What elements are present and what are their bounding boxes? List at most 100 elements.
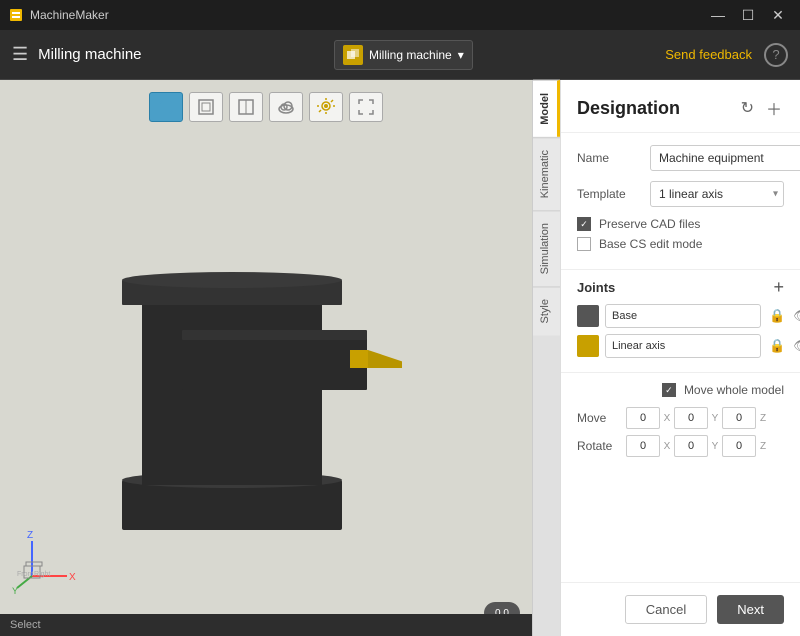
preserve-cad-label: Preserve CAD files [599,217,700,231]
cancel-button[interactable]: Cancel [625,595,707,624]
next-button[interactable]: Next [717,595,784,624]
name-label: Name [577,151,642,165]
iso-view-button[interactable] [149,92,183,122]
joint-row-base: 🔒 👁 [577,304,784,328]
lock-base-button[interactable]: 🔒 [767,306,787,326]
name-input[interactable] [650,145,800,171]
minimize-button[interactable]: — [704,1,732,29]
panel-title: Designation [577,98,680,119]
toolbar-title: Milling machine [38,46,141,63]
template-label: Template [577,187,642,201]
joint-color-linear [577,335,599,357]
transform-section: Move whole model Move X Y Z Rotate X [561,372,800,473]
refresh-button[interactable]: ↻ [739,94,756,122]
base-cs-label: Base CS edit mode [599,237,702,251]
status-text: Select [10,619,41,631]
rotate-y-input[interactable] [674,435,708,457]
rotate-x-input[interactable] [626,435,660,457]
svg-text:Y: Y [12,586,18,596]
move-coords: X Y Z [626,407,784,429]
add-button[interactable]: ＋ [764,94,784,122]
titlebar: MachineMaker — ☐ ✕ [0,0,800,30]
joint-actions-base: 🔒 👁 [767,306,800,326]
view-toolbar [149,92,383,122]
vertical-tabs: Model Kinematic Simulation Style [532,80,560,636]
rotate-label: Rotate [577,439,622,453]
add-joint-button[interactable]: + [773,278,784,296]
eye-base-button[interactable]: 👁 [791,306,800,326]
template-select-wrapper: 1 linear axis 2 linear axes 3 linear axe… [650,181,784,207]
menu-icon[interactable]: ☰ [12,44,28,65]
toolbar-right: Send feedback ? [665,43,788,67]
move-x-input[interactable] [626,407,660,429]
svg-text:Right: Right [34,571,50,578]
move-label: Move [577,411,622,425]
rotate-x-label: X [662,441,672,452]
machine-3d-view [62,140,402,560]
help-button[interactable]: ? [764,43,788,67]
eye-linear-button[interactable]: 👁 [791,336,800,356]
titlebar-controls: — ☐ ✕ [704,1,792,29]
base-cs-checkbox[interactable] [577,237,591,251]
move-x-label: X [662,413,672,424]
template-row: Template 1 linear axis 2 linear axes 3 l… [577,181,784,207]
machine-selector[interactable]: Milling machine ▾ [334,40,473,70]
move-whole-model-row: Move whole model [577,383,784,397]
front-view-button[interactable] [189,92,223,122]
tab-kinematic[interactable]: Kinematic [533,137,560,210]
lock-linear-button[interactable]: 🔒 [767,336,787,356]
move-row: Move X Y Z [577,407,784,429]
lighting-button[interactable] [309,92,343,122]
form-section: Name Template 1 linear axis 2 linear axe… [561,133,800,269]
viewport[interactable]: Z X Y Front Right 0.0 Select [0,80,532,636]
app-logo-icon [8,7,24,23]
app-name: MachineMaker [30,8,109,22]
side-view-button[interactable] [229,92,263,122]
panel-header-actions: ↻ ＋ [739,94,784,122]
move-z-label: Z [758,413,768,424]
move-whole-model-checkbox[interactable] [662,383,676,397]
machine-selector-label: Milling machine [369,48,452,62]
cloud-button[interactable] [269,92,303,122]
joint-name-linear[interactable] [605,334,761,358]
joints-title: Joints [577,280,615,295]
axis-widget: Z X Y Front Right [12,526,72,586]
titlebar-left: MachineMaker [8,7,109,23]
preserve-cad-checkbox[interactable] [577,217,591,231]
move-z-input[interactable] [722,407,756,429]
close-button[interactable]: ✕ [764,1,792,29]
expand-button[interactable] [349,92,383,122]
feedback-button[interactable]: Send feedback [665,47,752,62]
tab-simulation[interactable]: Simulation [533,210,560,286]
tab-model[interactable]: Model [533,80,560,137]
joint-actions-linear: 🔒 👁 − [767,336,800,356]
svg-text:X: X [69,572,76,583]
maximize-button[interactable]: ☐ [734,1,762,29]
top-toolbar: ☰ Milling machine Milling machine ▾ Send… [0,30,800,80]
panel-header: Designation ↻ ＋ [561,80,800,133]
toolbar-left: ☰ Milling machine [12,44,142,65]
rotate-row: Rotate X Y Z [577,435,784,457]
machine-selector-icon [343,45,363,65]
move-y-input[interactable] [674,407,708,429]
template-select[interactable]: 1 linear axis 2 linear axes 3 linear axe… [650,181,784,207]
rotate-coords: X Y Z [626,435,784,457]
joint-row-linear: 🔒 👁 − [577,334,784,358]
svg-text:Front: Front [17,571,33,578]
preserve-cad-row: Preserve CAD files [577,217,784,231]
main-content: Z X Y Front Right 0.0 Select [0,80,800,636]
base-cs-row: Base CS edit mode [577,237,784,251]
viewport-status-bar: Select [0,614,532,636]
tab-style[interactable]: Style [533,286,560,335]
joints-section: Joints + 🔒 👁 🔒 👁 − [561,269,800,372]
joint-name-base[interactable] [605,304,761,328]
move-y-label: Y [710,413,720,424]
machine-selector-arrow: ▾ [458,48,464,62]
joints-header: Joints + [577,278,784,296]
svg-text:Z: Z [27,530,33,541]
panel-footer: Cancel Next [561,582,800,636]
rotate-z-label: Z [758,441,768,452]
rotate-y-label: Y [710,441,720,452]
right-panel: Designation ↻ ＋ Name Template 1 linear a… [560,80,800,636]
rotate-z-input[interactable] [722,435,756,457]
